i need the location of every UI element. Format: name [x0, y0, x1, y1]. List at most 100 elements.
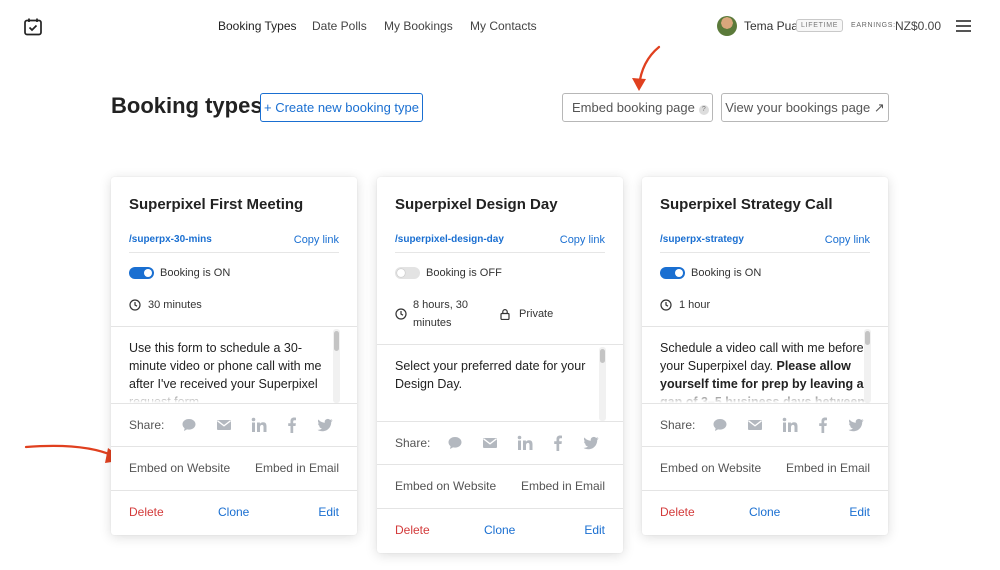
view-bookings-page-button[interactable]: View your bookings page ↗ — [721, 93, 889, 122]
lock-icon — [500, 309, 510, 320]
delete-button[interactable]: Delete — [129, 505, 164, 519]
duration-text: 8 hours, 30 — [413, 299, 469, 311]
embed-in-email-button[interactable]: Embed in Email — [786, 461, 870, 475]
facebook-icon[interactable] — [815, 417, 831, 433]
clone-button[interactable]: Clone — [484, 523, 515, 537]
mail-icon[interactable] — [747, 417, 763, 433]
description-scrollbar[interactable] — [599, 347, 606, 421]
edit-button[interactable]: Edit — [584, 523, 605, 537]
copy-link-button[interactable]: Copy link — [825, 234, 870, 246]
clock-icon — [395, 308, 407, 320]
earnings-label: EARNINGS: — [851, 22, 896, 29]
clone-button[interactable]: Clone — [218, 505, 249, 519]
embed-booking-page-label: Embed booking page — [572, 100, 695, 115]
twitter-icon[interactable] — [317, 417, 333, 433]
description-scrollbar[interactable] — [864, 329, 871, 403]
chat-icon[interactable] — [712, 417, 728, 433]
mail-icon[interactable] — [216, 417, 232, 433]
calendar-check-icon[interactable] — [23, 17, 43, 37]
divider — [111, 490, 357, 491]
copy-link-button[interactable]: Copy link — [294, 234, 339, 246]
twitter-icon[interactable] — [583, 435, 599, 451]
clock-icon — [660, 299, 672, 311]
description-body: Select your preferred date for your Desi… — [395, 359, 586, 391]
user-name[interactable]: Tema Pua — [744, 19, 798, 33]
plan-badge: LIFETIME — [796, 19, 844, 32]
embed-on-website-button[interactable]: Embed on Website — [660, 461, 761, 475]
embed-booking-page-button[interactable]: Embed booking page? — [562, 93, 713, 122]
annotation-arrow-icon — [632, 45, 661, 91]
duration-text: minutes — [413, 317, 452, 329]
booking-type-card: Superpixel Design Day /superpixel-design… — [377, 177, 623, 553]
twitter-icon[interactable] — [848, 417, 864, 433]
description-scrollbar[interactable] — [333, 329, 340, 403]
linkedin-icon[interactable] — [251, 417, 267, 433]
divider — [111, 403, 357, 404]
booking-type-card: Superpixel Strategy Call /superpx-strate… — [642, 177, 888, 535]
card-title: Superpixel Design Day — [395, 196, 558, 213]
create-booking-type-button[interactable]: + Create new booking type — [260, 93, 423, 122]
linkedin-icon[interactable] — [517, 435, 533, 451]
chat-icon[interactable] — [181, 417, 197, 433]
booking-status: Booking is OFF — [426, 267, 502, 279]
nav-booking-types[interactable]: Booking Types — [218, 19, 297, 33]
privacy-text: Private — [519, 308, 554, 320]
duration-text: 1 hour — [679, 299, 711, 311]
divider — [111, 446, 357, 447]
hamburger-menu-icon[interactable] — [956, 20, 971, 32]
description-text: Select your preferred date for your Desi… — [395, 357, 600, 421]
divider — [377, 464, 623, 465]
clone-button[interactable]: Clone — [749, 505, 780, 519]
nav-my-bookings[interactable]: My Bookings — [384, 19, 453, 33]
booking-slug-link[interactable]: /superpixel-design-day — [395, 234, 504, 245]
duration-text: 30 minutes — [148, 299, 202, 311]
facebook-icon[interactable] — [550, 435, 566, 451]
embed-on-website-button[interactable]: Embed on Website — [395, 479, 496, 493]
divider — [377, 344, 623, 345]
divider — [642, 446, 888, 447]
earnings-value: NZ$0.00 — [895, 19, 942, 33]
chat-icon[interactable] — [447, 435, 463, 451]
avatar[interactable] — [717, 16, 737, 36]
embed-in-email-button[interactable]: Embed in Email — [521, 479, 605, 493]
embed-on-website-button[interactable]: Embed on Website — [129, 461, 230, 475]
booking-toggle[interactable] — [129, 267, 154, 279]
divider — [129, 252, 339, 253]
nav-date-polls[interactable]: Date Polls — [312, 19, 367, 33]
booking-slug-link[interactable]: /superpx-30-mins — [129, 234, 212, 245]
booking-type-card: Superpixel First Meeting /superpx-30-min… — [111, 177, 357, 535]
linkedin-icon[interactable] — [782, 417, 798, 433]
card-title: Superpixel First Meeting — [129, 196, 304, 213]
mail-icon[interactable] — [482, 435, 498, 451]
edit-button[interactable]: Edit — [849, 505, 870, 519]
booking-toggle[interactable] — [660, 267, 685, 279]
booking-slug-link[interactable]: /superpx-strategy — [660, 234, 744, 245]
divider — [642, 326, 888, 327]
page-title: Booking types — [111, 93, 263, 118]
description-text: Use this form to schedule a 30-minute vi… — [129, 339, 334, 403]
booking-status: Booking is ON — [160, 267, 231, 279]
delete-button[interactable]: Delete — [660, 505, 695, 519]
help-icon[interactable]: ? — [698, 105, 709, 115]
share-label: Share: — [660, 418, 696, 432]
edit-button[interactable]: Edit — [318, 505, 339, 519]
divider — [377, 508, 623, 509]
facebook-icon[interactable] — [284, 417, 300, 433]
clock-icon — [129, 299, 141, 311]
share-label: Share: — [395, 436, 431, 450]
nav-my-contacts[interactable]: My Contacts — [470, 19, 537, 33]
divider — [395, 252, 605, 253]
divider — [642, 403, 888, 404]
booking-toggle[interactable] — [395, 267, 420, 279]
divider — [642, 490, 888, 491]
share-label: Share: — [129, 418, 165, 432]
booking-status: Booking is ON — [691, 267, 762, 279]
top-navigation: Booking Types Date Polls My Bookings My … — [0, 0, 1000, 54]
card-title: Superpixel Strategy Call — [660, 196, 833, 213]
divider — [111, 326, 357, 327]
delete-button[interactable]: Delete — [395, 523, 430, 537]
description-text: Schedule a video call with me before you… — [660, 339, 865, 403]
copy-link-button[interactable]: Copy link — [560, 234, 605, 246]
embed-in-email-button[interactable]: Embed in Email — [255, 461, 339, 475]
divider — [377, 421, 623, 422]
